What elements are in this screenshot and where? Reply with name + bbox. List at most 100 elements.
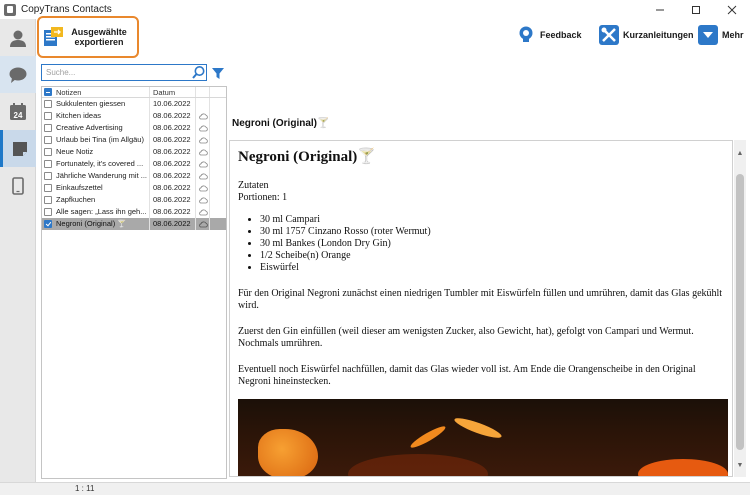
scrollbar-thumb[interactable]	[736, 174, 744, 450]
minimize-icon	[656, 9, 664, 10]
row-checkbox[interactable]	[42, 136, 54, 144]
note-date: 10.06.2022	[150, 98, 196, 110]
note-name: Zapfkuchen	[54, 194, 150, 206]
export-icon	[44, 27, 63, 46]
export-selected-button[interactable]: Ausgewählte exportieren	[37, 16, 139, 58]
detail-title: Negroni (Original)🍸	[232, 118, 330, 129]
row-checkbox[interactable]	[42, 100, 54, 108]
row-checkbox[interactable]	[42, 184, 54, 192]
search-input[interactable]	[41, 64, 207, 81]
tools-icon	[599, 25, 619, 45]
toolbar: Ausgewählte exportieren Feedback Kurzanl…	[36, 16, 750, 59]
calendar-icon: 24	[10, 102, 26, 120]
note-content[interactable]: Negroni (Original)🍸 Zutaten Portionen: 1…	[229, 140, 733, 477]
list-item[interactable]: Sukkulenten giessen 10.06.2022	[42, 98, 226, 110]
nav-notes[interactable]	[0, 130, 36, 167]
ingredient-item: 30 ml Bankes (London Dry Gin)	[260, 238, 724, 250]
lightbulb-icon	[516, 25, 536, 45]
export-selected-label: Ausgewählte exportieren	[68, 27, 130, 47]
select-all-checkbox[interactable]	[42, 87, 54, 97]
column-header-date[interactable]: Datum	[150, 87, 196, 97]
cloud-icon	[196, 110, 210, 122]
nav-messages[interactable]	[0, 56, 36, 93]
list-item[interactable]: Negroni (Original) 🍸 08.06.2022	[42, 218, 226, 230]
cocktail-emoji-icon: 🍸	[357, 149, 376, 165]
nav-device[interactable]	[0, 167, 36, 204]
row-checkbox[interactable]	[42, 160, 54, 168]
nav-calendar[interactable]: 24	[0, 93, 36, 130]
note-date: 08.06.2022	[150, 206, 196, 218]
cloud-icon	[196, 122, 210, 134]
list-item[interactable]: Alle sagen: „Lass ihn geh... 08.06.2022	[42, 206, 226, 218]
note-name: Jährliche Wanderung mit ...	[54, 170, 150, 182]
row-checkbox[interactable]	[42, 220, 54, 228]
cocktail-photo	[238, 399, 728, 476]
left-nav: 24	[0, 19, 36, 482]
row-checkbox[interactable]	[42, 124, 54, 132]
note-date: 08.06.2022	[150, 110, 196, 122]
list-item[interactable]: Jährliche Wanderung mit ... 08.06.2022	[42, 170, 226, 182]
note-name: Kitchen ideas	[54, 110, 150, 122]
list-item[interactable]: Fortunately, it's covered ... 08.06.2022	[42, 158, 226, 170]
empty-cell	[196, 98, 210, 110]
row-checkbox[interactable]	[42, 196, 54, 204]
chevron-down-icon	[698, 25, 718, 45]
notes-list: Notizen Datum Sukkulenten giessen 10.06.2…	[41, 86, 227, 479]
list-item[interactable]: Neue Notiz 08.06.2022	[42, 146, 226, 158]
note-name: Creative Advertising	[54, 122, 150, 134]
list-item[interactable]: Creative Advertising 08.06.2022	[42, 122, 226, 134]
row-checkbox[interactable]	[42, 172, 54, 180]
list-header: Notizen Datum	[42, 87, 226, 98]
feedback-button[interactable]: Feedback	[516, 25, 582, 45]
guides-button[interactable]: Kurzanleitungen	[599, 25, 694, 45]
ingredient-item: 1/2 Scheibe(n) Orange	[260, 250, 724, 262]
row-checkbox[interactable]	[42, 148, 54, 156]
cloud-icon	[196, 206, 210, 218]
instruction-paragraph-1: Für den Original Negroni zunächst einen …	[238, 288, 723, 311]
app-logo-icon	[4, 3, 16, 16]
note-name: Alle sagen: „Lass ihn geh...	[54, 206, 150, 218]
note-date: 08.06.2022	[150, 218, 196, 230]
note-date: 08.06.2022	[150, 170, 196, 182]
instruction-paragraph-2: Zuerst den Gin einfüllen (weil dieser am…	[238, 326, 694, 349]
note-date: 08.06.2022	[150, 122, 196, 134]
ingredients-label: Zutaten	[238, 180, 269, 191]
cloud-icon	[196, 146, 210, 158]
cloud-icon	[196, 182, 210, 194]
list-item[interactable]: Zapfkuchen 08.06.2022	[42, 194, 226, 206]
note-name: Negroni (Original) 🍸	[54, 218, 150, 230]
list-item[interactable]: Einkaufszettel 08.06.2022	[42, 182, 226, 194]
more-label: Mehr	[722, 30, 744, 40]
note-date: 08.06.2022	[150, 158, 196, 170]
close-icon	[727, 5, 737, 14]
column-header-cloud	[196, 87, 210, 97]
search-icon[interactable]	[191, 65, 206, 80]
maximize-button[interactable]	[678, 0, 714, 19]
list-item[interactable]: Kitchen ideas 08.06.2022	[42, 110, 226, 122]
cloud-icon	[196, 170, 210, 182]
note-date: 08.06.2022	[150, 182, 196, 194]
row-checkbox[interactable]	[42, 112, 54, 120]
cloud-icon	[196, 194, 210, 206]
minimize-button[interactable]	[642, 0, 678, 19]
search-bar	[41, 64, 227, 81]
list-rows: Sukkulenten giessen 10.06.2022 Kitchen ide…	[42, 98, 226, 230]
close-button[interactable]	[714, 0, 750, 19]
column-header-name[interactable]: Notizen	[54, 87, 150, 97]
device-icon	[12, 176, 24, 195]
scroll-up-icon[interactable]: ▲	[735, 148, 745, 158]
more-button[interactable]: Mehr	[698, 25, 744, 45]
ingredient-item: Eiswürfel	[260, 262, 724, 274]
ingredient-item: 30 ml 1757 Cinzano Rosso (roter Wermut)	[260, 226, 724, 238]
maximize-icon	[692, 5, 700, 14]
list-item[interactable]: Urlaub bei Tina (im Allgäu) 08.06.2022	[42, 134, 226, 146]
cloud-icon	[196, 134, 210, 146]
nav-contacts[interactable]	[0, 19, 36, 56]
row-checkbox[interactable]	[42, 208, 54, 216]
scroll-down-icon[interactable]: ▼	[735, 460, 745, 470]
window-controls	[642, 0, 750, 19]
filter-icon[interactable]	[209, 64, 227, 81]
note-name: Neue Notiz	[54, 146, 150, 158]
cloud-icon	[196, 218, 210, 230]
note-name: Fortunately, it's covered ...	[54, 158, 150, 170]
